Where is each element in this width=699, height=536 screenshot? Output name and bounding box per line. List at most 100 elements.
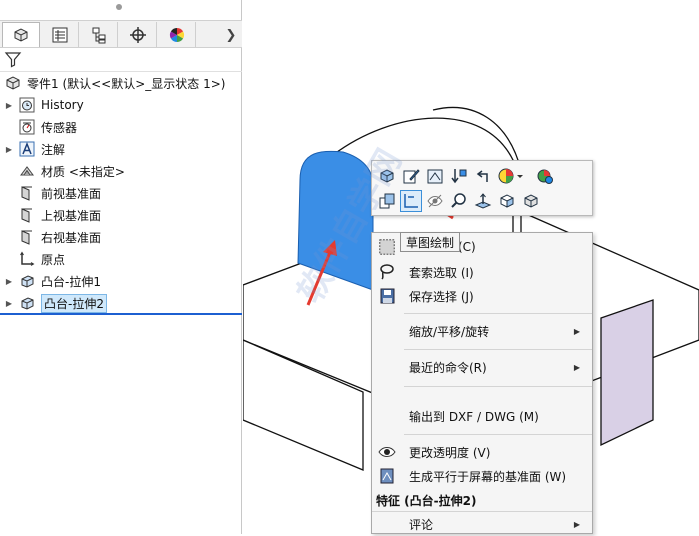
plane-parallel-icon	[378, 467, 396, 485]
edit-sketch-icon	[427, 169, 443, 184]
hide-button[interactable]	[424, 190, 446, 212]
tab-property-manager[interactable]	[41, 22, 79, 47]
menu-section-header: 特征 (凸台-拉伸2)	[372, 489, 592, 511]
tree-item-label: 传感器	[41, 120, 78, 135]
menu-item-label: (C)	[458, 240, 476, 254]
menu-item-comment[interactable]: 评论 ▶	[372, 512, 592, 536]
annotation-icon	[18, 140, 36, 158]
rollback-icon	[451, 169, 467, 184]
zoom-button[interactable]	[448, 190, 470, 212]
tab-dimxpert-manager[interactable]	[119, 22, 157, 47]
tree-root-label: 零件1 (默认<<默认>_显示状态 1>)	[27, 76, 226, 91]
menu-item-label: 保存选择 (J)	[409, 289, 474, 304]
save-selection-icon	[378, 287, 396, 305]
edit-sketch-button[interactable]	[424, 165, 446, 187]
menu-item-change-transparency[interactable]: 更改透明度 (V)	[372, 440, 592, 464]
tree-item-label: 凸台-拉伸1	[41, 274, 101, 289]
menu-item-label: 输出到 DXF / DWG (M)	[409, 409, 539, 424]
tree-item-material[interactable]: 材质 <未指定>	[0, 160, 240, 182]
menu-item-label: 生成平行于屏幕的基准面 (W)	[409, 469, 567, 484]
crosshair-icon	[129, 26, 146, 43]
tree-item-top-plane[interactable]: 上视基准面	[0, 204, 240, 226]
filter-bar[interactable]	[0, 48, 242, 72]
parent-child-button[interactable]	[472, 165, 494, 187]
submenu-arrow-icon: ▶	[573, 519, 580, 529]
expand-arrow-icon[interactable]: ▶	[0, 145, 18, 154]
extrude-icon	[18, 272, 36, 290]
menu-item-create-plane-parallel[interactable]: 生成平行于屏幕的基准面 (W)	[372, 464, 592, 488]
tree-item-label: 注解	[41, 142, 66, 157]
plane-icon	[18, 184, 36, 202]
chevron-right-icon[interactable]: ❯	[224, 25, 238, 45]
sensor-icon	[18, 118, 36, 136]
tree-item-label: 凸台-拉伸2	[41, 293, 107, 313]
tab-configuration-manager[interactable]	[80, 22, 118, 47]
property-manager-icon	[52, 27, 67, 42]
display-pane-button[interactable]	[534, 165, 556, 187]
tree-item-right-plane[interactable]: 右视基准面	[0, 226, 240, 248]
menu-item-lasso-select[interactable]: 套索选取 (I)	[372, 260, 592, 284]
tree-item-front-plane[interactable]: 前视基准面	[0, 182, 240, 204]
tree-item-label: 右视基准面	[41, 230, 102, 245]
history-icon	[18, 96, 36, 114]
view-cube-icon	[500, 194, 514, 208]
menu-item-recent-commands[interactable]: 最近的命令(R) ▶	[372, 355, 592, 379]
menu-item-label: 评论	[409, 517, 434, 532]
eye-icon	[378, 443, 396, 461]
normal-to-button[interactable]	[472, 190, 494, 212]
sketch-icon	[404, 194, 418, 208]
tree-item-origin[interactable]: 原点	[0, 248, 240, 270]
tree-item-boss-extrude2[interactable]: ▶ 凸台-拉伸2	[0, 292, 240, 314]
shaded-button[interactable]	[520, 190, 542, 212]
rollback-bar[interactable]	[0, 313, 242, 315]
menu-item-zoom-pan-rotate[interactable]: 缩放/平移/旋转 ▶	[372, 319, 592, 343]
tree-item-annotations[interactable]: ▶ 注解	[0, 138, 240, 160]
expand-arrow-icon[interactable]: ▶	[0, 299, 18, 308]
tree-item-boss-extrude1[interactable]: ▶ 凸台-拉伸1	[0, 270, 240, 292]
menu-item-label: 最近的命令(R)	[409, 360, 487, 375]
edit-icon	[403, 169, 420, 184]
menu-item-export-dxf-dwg[interactable]: 输出到 DXF / DWG (M)	[372, 404, 592, 428]
tree-item-label: 材质 <未指定>	[41, 164, 125, 179]
return-arrow-icon	[476, 170, 488, 182]
expand-arrow-icon[interactable]: ▶	[0, 277, 18, 286]
menu-item-save-selection[interactable]: 保存选择 (J)	[372, 284, 592, 308]
context-menu: (C) 套索选取 (I) 保存选择 (J) 缩放/平移/旋转 ▶ 最近的命令(R…	[371, 232, 593, 534]
tree-item-history[interactable]: ▶ History	[0, 94, 240, 116]
edit-feature-button[interactable]	[400, 165, 422, 187]
appearance-button[interactable]	[496, 165, 526, 187]
display-pane-icon	[537, 169, 553, 184]
panel-grip[interactable]	[0, 0, 242, 20]
rollback-button[interactable]	[448, 165, 470, 187]
view-orientation-button[interactable]	[376, 165, 398, 187]
copy-icon	[379, 193, 395, 209]
context-toolbar	[371, 160, 593, 216]
origin-icon	[18, 250, 36, 268]
selection-box-icon	[378, 238, 396, 256]
view-cube-button[interactable]	[496, 190, 518, 212]
feature-manager-panel: ❯ 零件1 (默认<<默认>_显示状态 1>) ▶ History 传感器 ▶ …	[0, 0, 242, 534]
zoom-icon	[451, 193, 466, 208]
tab-feature-manager[interactable]	[2, 22, 40, 47]
normal-to-icon	[474, 193, 492, 209]
color-wheel-icon	[169, 27, 184, 42]
plane-icon	[18, 206, 36, 224]
part-icon	[4, 74, 22, 92]
filter-icon[interactable]	[4, 50, 22, 68]
tooltip: 草图绘制	[400, 232, 461, 252]
menu-item-label: 更改透明度 (V)	[409, 445, 491, 460]
extrude-icon	[18, 294, 36, 312]
tree-item-label: 前视基准面	[41, 186, 102, 201]
tab-display-manager[interactable]	[158, 22, 196, 47]
sketch-button[interactable]	[400, 190, 422, 212]
tree-root-part[interactable]: 零件1 (默认<<默认>_显示状态 1>)	[0, 72, 240, 94]
submenu-arrow-icon: ▶	[573, 362, 580, 372]
tree-item-sensors[interactable]: 传感器	[0, 116, 240, 138]
menu-item-label: 缩放/平移/旋转	[409, 324, 490, 339]
shaded-cube-icon	[524, 194, 538, 208]
cube-icon	[380, 169, 394, 183]
tree-item-label: History	[41, 98, 84, 112]
feature-manager-icon	[14, 28, 28, 42]
expand-arrow-icon[interactable]: ▶	[0, 101, 18, 110]
zoom-to-selection-button[interactable]	[376, 190, 398, 212]
